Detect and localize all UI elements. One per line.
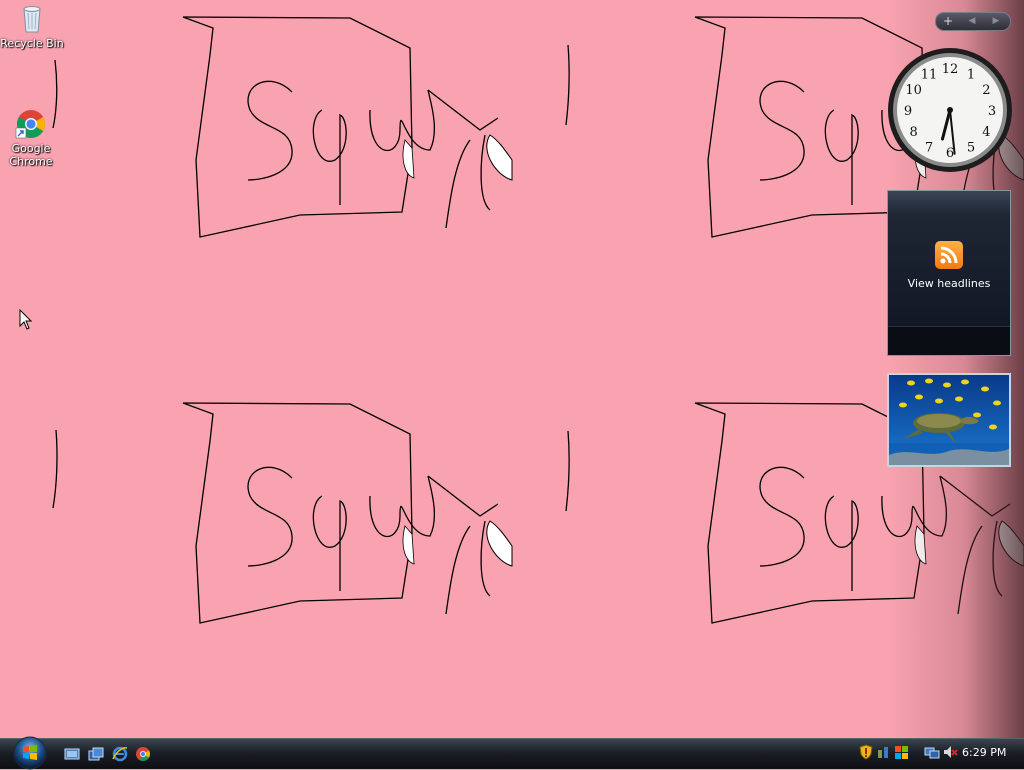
- clock-numeral: 2: [982, 83, 990, 98]
- mouse-pointer-icon: [19, 309, 33, 330]
- network-connection-icon[interactable]: [924, 744, 940, 760]
- clock-numeral: 6: [946, 146, 954, 161]
- volume-muted-icon[interactable]: [942, 744, 958, 760]
- switch-windows-icon[interactable]: [88, 746, 104, 762]
- recycle-bin-label: Recycle Bin: [0, 37, 64, 50]
- next-page-button[interactable]: ▶: [984, 13, 1008, 30]
- windows-update-icon[interactable]: [894, 744, 910, 760]
- clock-numeral: 12: [942, 62, 959, 77]
- previous-page-button[interactable]: ◀: [960, 13, 984, 30]
- desktop: [0, 0, 1024, 738]
- rss-icon: [935, 241, 963, 269]
- feed-headlines-gadget[interactable]: View headlines: [887, 190, 1011, 356]
- clock-numeral: 9: [904, 104, 912, 119]
- clock-time[interactable]: 6:29 PM: [962, 746, 1006, 759]
- add-gadget-button[interactable]: +: [936, 13, 960, 30]
- clock-numeral: 8: [909, 125, 917, 140]
- desktop-icon-recycle-bin[interactable]: Recycle Bin: [0, 3, 64, 50]
- clock-numeral: 10: [905, 83, 922, 98]
- network-icon[interactable]: [876, 744, 892, 760]
- internet-explorer-icon[interactable]: [112, 746, 128, 762]
- recycle-bin-icon: [16, 3, 48, 35]
- clock-numeral: 5: [967, 140, 975, 155]
- slideshow-gadget[interactable]: [887, 373, 1011, 467]
- clock-gadget[interactable]: 12 12 3 45678 9 1011: [886, 46, 1014, 174]
- desktop-icon-google-chrome[interactable]: Google Chrome: [0, 108, 63, 168]
- clock-numeral: 11: [921, 68, 938, 83]
- show-desktop-icon[interactable]: [64, 746, 80, 762]
- security-shield-icon[interactable]: [858, 744, 874, 760]
- sidebar-controls: + ◀ ▶: [935, 12, 1011, 31]
- sea-turtle-photo: [889, 375, 1009, 465]
- clock-numeral: 1: [967, 68, 975, 83]
- clock-numeral: 4: [982, 125, 990, 140]
- clock-numeral: 3: [988, 104, 996, 119]
- wallpaper-drawing: [52, 16, 1024, 624]
- windows-start-orb[interactable]: [10, 736, 50, 770]
- clock-numeral: 7: [925, 140, 933, 155]
- google-chrome-label: Google Chrome: [9, 142, 53, 168]
- view-headlines-link[interactable]: View headlines: [888, 277, 1010, 290]
- chrome-quick-launch-icon[interactable]: [135, 746, 151, 762]
- chrome-icon: [15, 108, 47, 140]
- feed-gadget-footer: [888, 326, 1010, 355]
